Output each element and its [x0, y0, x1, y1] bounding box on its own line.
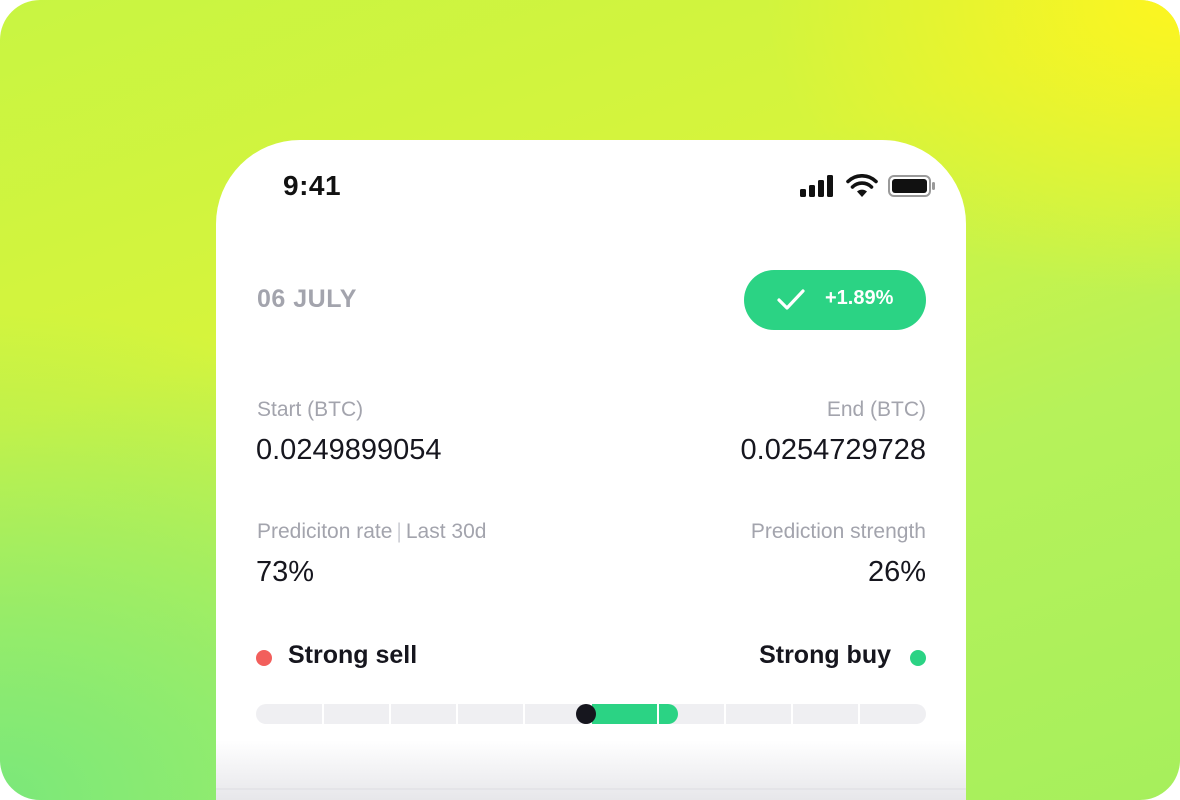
battery-icon: [888, 175, 935, 197]
meter-tick: [657, 704, 659, 724]
status-icons: [800, 174, 936, 198]
background: 9:41 06 JULY +1.89% Start (BTC) 0.024989…: [0, 0, 1180, 800]
status-bar: 9:41: [216, 140, 966, 236]
meter-tick: [523, 704, 525, 724]
strength-knob[interactable]: [576, 704, 596, 724]
change-badge: +1.89%: [744, 270, 926, 330]
status-time: 9:41: [283, 170, 342, 201]
prediction-strength-label: Prediction strength: [750, 520, 926, 543]
meter-tick: [724, 704, 726, 724]
bottom-shade: [216, 740, 966, 800]
checkmark-icon: [777, 289, 805, 310]
start-value: 0.0249899054: [256, 434, 442, 466]
strong-buy-dot: [910, 650, 926, 666]
meter-tick: [858, 704, 860, 724]
strong-buy-label: Strong buy: [759, 641, 891, 669]
end-value: 0.0254729728: [740, 434, 926, 466]
meter-tick: [389, 704, 391, 724]
bottom-divider: [216, 788, 966, 790]
phone-screen: 9:41 06 JULY +1.89% Start (BTC) 0.024989…: [216, 140, 966, 800]
strength-fill: [591, 704, 679, 724]
end-label: End (BTC): [826, 398, 926, 421]
strength-meter[interactable]: [256, 704, 926, 724]
label-separator: |: [396, 520, 402, 543]
prediction-rate-label: Prediciton rate | Last 30d: [257, 520, 486, 544]
meter-tick: [456, 704, 458, 724]
start-label: Start (BTC): [257, 398, 364, 421]
prediction-rate-period: Last 30d: [405, 520, 487, 543]
prediction-rate-value: 73%: [256, 556, 315, 588]
prediction-strength-value: 26%: [867, 556, 926, 588]
cellular-signal-icon: [800, 175, 833, 197]
prediction-date: 06 JULY: [257, 285, 357, 313]
strong-sell-dot: [256, 650, 272, 666]
meter-tick: [791, 704, 793, 724]
wifi-icon: [846, 174, 878, 197]
meter-tick: [322, 704, 324, 724]
change-value: +1.89%: [825, 287, 894, 309]
prediction-rate-title: Prediciton rate: [257, 520, 393, 543]
strong-sell-label: Strong sell: [288, 641, 418, 669]
